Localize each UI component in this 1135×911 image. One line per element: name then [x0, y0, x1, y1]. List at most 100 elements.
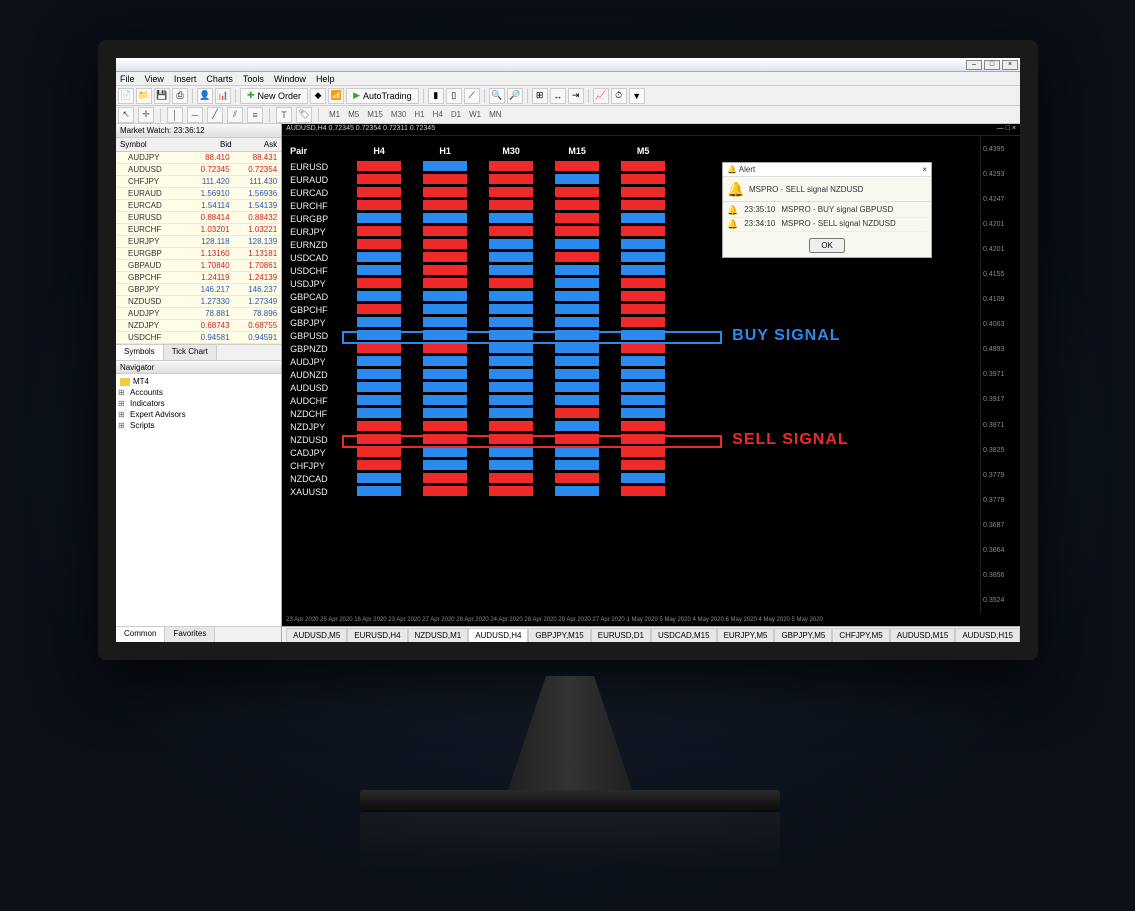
channel-icon[interactable]: ⫽	[227, 107, 243, 123]
signal-row[interactable]: CHFJPY	[282, 459, 980, 472]
tf-d1[interactable]: D1	[447, 109, 465, 120]
menu-insert[interactable]: Insert	[174, 74, 197, 84]
mw-row[interactable]: AUDJPY88.41088.431	[116, 152, 281, 164]
profile-icon[interactable]: 👤	[197, 88, 213, 104]
new-order-button[interactable]: ✚ New Order	[240, 88, 308, 104]
nav-node[interactable]: Scripts	[118, 420, 279, 431]
signal-row[interactable]: CADJPY	[282, 446, 980, 459]
tf-mn[interactable]: MN	[485, 109, 505, 120]
signals-icon[interactable]: 📶	[328, 88, 344, 104]
signal-row[interactable]: GBPUSD	[282, 329, 980, 342]
col-ask[interactable]: Ask	[232, 138, 282, 151]
mw-row[interactable]: NZDJPY0.687430.68755	[116, 320, 281, 332]
save-icon[interactable]: 💾	[154, 88, 170, 104]
signal-grid[interactable]: PairH4H1M30M15M5 EURUSDEURAUDEURCADEURCH…	[282, 136, 980, 614]
vline-icon[interactable]: │	[167, 107, 183, 123]
tab-tickchart[interactable]: Tick Chart	[164, 345, 217, 360]
chart-tab[interactable]: EURJPY,M5	[717, 628, 775, 642]
signal-row[interactable]: USDCHF	[282, 264, 980, 277]
signal-row[interactable]: NZDUSD	[282, 433, 980, 446]
mw-row[interactable]: NZDUSD1.273301.27349	[116, 296, 281, 308]
mw-row[interactable]: EURAUD1.569101.56936	[116, 188, 281, 200]
signal-row[interactable]: USDJPY	[282, 277, 980, 290]
signal-row[interactable]: GBPCHF	[282, 303, 980, 316]
chart-tab[interactable]: USDCAD,M15	[651, 628, 717, 642]
zoom-out-icon[interactable]: 🔎	[507, 88, 523, 104]
nav-node[interactable]: Expert Advisors	[118, 409, 279, 420]
signal-row[interactable]: NZDCAD	[282, 472, 980, 485]
alert-row[interactable]: 🔔23:35:10MSPRO - BUY signal GBPUSD	[727, 204, 927, 218]
mw-row[interactable]: EURCAD1.541141.54139	[116, 200, 281, 212]
alert-close-icon[interactable]: ×	[922, 165, 927, 174]
template-icon[interactable]: ▼	[629, 88, 645, 104]
mw-row[interactable]: AUDUSD0.723450.72354	[116, 164, 281, 176]
chart-tab[interactable]: AUDUSD,H15	[955, 628, 1020, 642]
col-bid[interactable]: Bid	[186, 138, 232, 151]
tf-m1[interactable]: M1	[325, 109, 344, 120]
tf-h4[interactable]: H4	[429, 109, 447, 120]
mw-row[interactable]: AUDJPY78.88178.896	[116, 308, 281, 320]
chart-tab[interactable]: CHFJPY,M5	[832, 628, 889, 642]
mw-row[interactable]: EURUSD0.884140.88432	[116, 212, 281, 224]
signal-row[interactable]: GBPCAD	[282, 290, 980, 303]
mw-row[interactable]: CHFJPY111.420111.430	[116, 176, 281, 188]
signal-row[interactable]: NZDCHF	[282, 407, 980, 420]
scroll-icon[interactable]: ↔	[550, 88, 566, 104]
alert-dialog[interactable]: 🔔 Alert × 🔔 MSPRO - SELL signal NZDUSD 🔔…	[722, 162, 932, 258]
signal-row[interactable]: AUDCHF	[282, 394, 980, 407]
bar-chart-icon[interactable]: ▮	[428, 88, 444, 104]
autotrading-button[interactable]: ▶ AutoTrading	[346, 88, 419, 104]
label-icon[interactable]: 🏷	[296, 107, 312, 123]
alert-ok-button[interactable]: OK	[809, 238, 845, 253]
mw-row[interactable]: EURCHF1.032011.03221	[116, 224, 281, 236]
nav-node[interactable]: Indicators	[118, 398, 279, 409]
shift-icon[interactable]: ⇥	[568, 88, 584, 104]
maximize-button[interactable]: □	[984, 60, 1000, 70]
chart-tab[interactable]: EURUSD,H4	[347, 628, 407, 642]
metaquotes-icon[interactable]: ◆	[310, 88, 326, 104]
chart-tab[interactable]: GBPJPY,M5	[774, 628, 832, 642]
zoom-in-icon[interactable]: 🔍	[489, 88, 505, 104]
signal-row[interactable]: AUDJPY	[282, 355, 980, 368]
trendline-icon[interactable]: ╱	[207, 107, 223, 123]
menu-window[interactable]: Window	[274, 74, 306, 84]
tf-m15[interactable]: M15	[363, 109, 387, 120]
mw-row[interactable]: EURJPY128.118128.139	[116, 236, 281, 248]
nav-root[interactable]: MT4	[118, 376, 279, 387]
tf-m5[interactable]: M5	[344, 109, 363, 120]
signal-row[interactable]: XAUUSD	[282, 485, 980, 498]
text-icon[interactable]: T	[276, 107, 292, 123]
mw-row[interactable]: GBPCHF1.241191.24139	[116, 272, 281, 284]
close-button[interactable]: ×	[1002, 60, 1018, 70]
alert-row[interactable]: 🔔23:34:10MSPRO - SELL signal NZDUSD	[727, 218, 927, 232]
new-icon[interactable]: 📄	[118, 88, 134, 104]
mw-row[interactable]: EURGBP1.131601.13181	[116, 248, 281, 260]
menu-help[interactable]: Help	[316, 74, 335, 84]
hline-icon[interactable]: ─	[187, 107, 203, 123]
minimize-button[interactable]: –	[966, 60, 982, 70]
signal-row[interactable]: NZDJPY	[282, 420, 980, 433]
nav-node[interactable]: Accounts	[118, 387, 279, 398]
crosshair-icon[interactable]: ✛	[138, 107, 154, 123]
col-symbol[interactable]: Symbol	[116, 138, 186, 151]
chart-icon[interactable]: 📊	[215, 88, 231, 104]
chart-tab[interactable]: GBPJPY,M15	[528, 628, 590, 642]
indicator-icon[interactable]: 📈	[593, 88, 609, 104]
menu-tools[interactable]: Tools	[243, 74, 264, 84]
menu-view[interactable]: View	[145, 74, 164, 84]
mw-row[interactable]: GBPAUD1.708401.70861	[116, 260, 281, 272]
tab-symbols[interactable]: Symbols	[116, 345, 164, 360]
tf-h1[interactable]: H1	[410, 109, 428, 120]
navigator-tree[interactable]: MT4 AccountsIndicatorsExpert AdvisorsScr…	[116, 374, 281, 626]
fibo-icon[interactable]: ≡	[247, 107, 263, 123]
chart-tab[interactable]: AUDUSD,M15	[890, 628, 956, 642]
tf-w1[interactable]: W1	[465, 109, 485, 120]
period-icon[interactable]: ⏱	[611, 88, 627, 104]
grid-icon[interactable]: ⊞	[532, 88, 548, 104]
chart-tab[interactable]: AUDUSD,H4	[468, 628, 528, 642]
open-icon[interactable]: 📁	[136, 88, 152, 104]
menu-charts[interactable]: Charts	[206, 74, 233, 84]
print-icon[interactable]: ⎙	[172, 88, 188, 104]
signal-row[interactable]: GBPJPY	[282, 316, 980, 329]
mw-row[interactable]: USDCHF0.945810.94591	[116, 332, 281, 344]
